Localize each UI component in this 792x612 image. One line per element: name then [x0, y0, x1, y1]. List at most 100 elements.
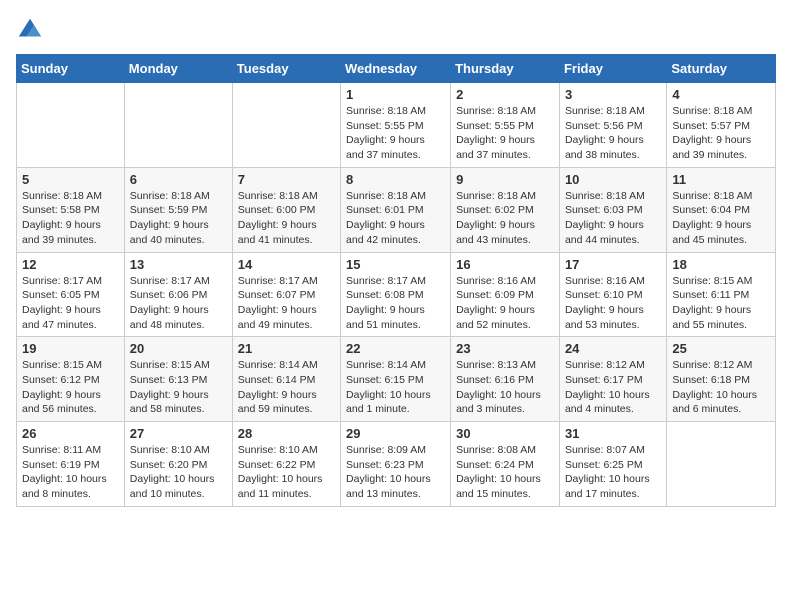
- calendar-cell: 5 Sunrise: 8:18 AM Sunset: 5:58 PM Daylig…: [17, 167, 125, 252]
- calendar-cell: [232, 83, 340, 168]
- day-info: Sunrise: 8:18 AM Sunset: 6:04 PM Dayligh…: [672, 189, 770, 248]
- day-number: 11: [672, 172, 770, 187]
- calendar-cell: 19 Sunrise: 8:15 AM Sunset: 6:12 PM Dayli…: [17, 337, 125, 422]
- calendar-cell: 10 Sunrise: 8:18 AM Sunset: 6:03 PM Dayli…: [559, 167, 666, 252]
- day-number: 19: [22, 341, 119, 356]
- calendar-cell: 11 Sunrise: 8:18 AM Sunset: 6:04 PM Dayli…: [667, 167, 776, 252]
- day-info: Sunrise: 8:15 AM Sunset: 6:11 PM Dayligh…: [672, 274, 770, 333]
- day-number: 28: [238, 426, 335, 441]
- day-info: Sunrise: 8:18 AM Sunset: 6:02 PM Dayligh…: [456, 189, 554, 248]
- day-info: Sunrise: 8:18 AM Sunset: 5:56 PM Dayligh…: [565, 104, 661, 163]
- day-number: 14: [238, 257, 335, 272]
- day-info: Sunrise: 8:12 AM Sunset: 6:17 PM Dayligh…: [565, 358, 661, 417]
- day-info: Sunrise: 8:18 AM Sunset: 6:01 PM Dayligh…: [346, 189, 445, 248]
- day-number: 5: [22, 172, 119, 187]
- calendar-cell: 24 Sunrise: 8:12 AM Sunset: 6:17 PM Dayli…: [559, 337, 666, 422]
- week-row-1: 1 Sunrise: 8:18 AM Sunset: 5:55 PM Daylig…: [17, 83, 776, 168]
- day-number: 27: [130, 426, 227, 441]
- day-number: 22: [346, 341, 445, 356]
- day-info: Sunrise: 8:18 AM Sunset: 6:03 PM Dayligh…: [565, 189, 661, 248]
- day-header-saturday: Saturday: [667, 55, 776, 83]
- calendar-cell: [124, 83, 232, 168]
- day-info: Sunrise: 8:15 AM Sunset: 6:12 PM Dayligh…: [22, 358, 119, 417]
- calendar-cell: 28 Sunrise: 8:10 AM Sunset: 6:22 PM Dayli…: [232, 422, 340, 507]
- day-number: 7: [238, 172, 335, 187]
- day-number: 15: [346, 257, 445, 272]
- calendar-cell: 8 Sunrise: 8:18 AM Sunset: 6:01 PM Daylig…: [341, 167, 451, 252]
- day-info: Sunrise: 8:18 AM Sunset: 5:57 PM Dayligh…: [672, 104, 770, 163]
- day-number: 26: [22, 426, 119, 441]
- calendar-cell: 15 Sunrise: 8:17 AM Sunset: 6:08 PM Dayli…: [341, 252, 451, 337]
- day-info: Sunrise: 8:17 AM Sunset: 6:06 PM Dayligh…: [130, 274, 227, 333]
- day-info: Sunrise: 8:16 AM Sunset: 6:09 PM Dayligh…: [456, 274, 554, 333]
- week-row-5: 26Sunrise: 8:11 AM Sunset: 6:19 PM Dayli…: [17, 422, 776, 507]
- day-info: Sunrise: 8:18 AM Sunset: 6:00 PM Dayligh…: [238, 189, 335, 248]
- day-info: Sunrise: 8:18 AM Sunset: 5:55 PM Dayligh…: [346, 104, 445, 163]
- day-info: Sunrise: 8:18 AM Sunset: 5:59 PM Dayligh…: [130, 189, 227, 248]
- day-header-thursday: Thursday: [451, 55, 560, 83]
- calendar-cell: 1 Sunrise: 8:18 AM Sunset: 5:55 PM Daylig…: [341, 83, 451, 168]
- calendar-cell: 20Sunrise: 8:15 AM Sunset: 6:13 PM Dayli…: [124, 337, 232, 422]
- day-number: 13: [130, 257, 227, 272]
- calendar-cell: 13 Sunrise: 8:17 AM Sunset: 6:06 PM Dayli…: [124, 252, 232, 337]
- day-info: Sunrise: 8:13 AM Sunset: 6:16 PM Dayligh…: [456, 358, 554, 417]
- logo-icon: [16, 16, 44, 44]
- calendar-cell: 18 Sunrise: 8:15 AM Sunset: 6:11 PM Dayli…: [667, 252, 776, 337]
- day-number: 17: [565, 257, 661, 272]
- calendar-cell: 23 Sunrise: 8:13 AM Sunset: 6:16 PM Dayli…: [451, 337, 560, 422]
- calendar-cell: 6 Sunrise: 8:18 AM Sunset: 5:59 PM Daylig…: [124, 167, 232, 252]
- calendar-cell: 21 Sunrise: 8:14 AM Sunset: 6:14 PM Dayli…: [232, 337, 340, 422]
- calendar-cell: 22 Sunrise: 8:14 AM Sunset: 6:15 PM Dayli…: [341, 337, 451, 422]
- day-info: Sunrise: 8:09 AM Sunset: 6:23 PM Dayligh…: [346, 443, 445, 502]
- day-number: 3: [565, 87, 661, 102]
- day-info: Sunrise: 8:14 AM Sunset: 6:15 PM Dayligh…: [346, 358, 445, 417]
- calendar-cell: 30Sunrise: 8:08 AM Sunset: 6:24 PM Dayli…: [451, 422, 560, 507]
- day-number: 1: [346, 87, 445, 102]
- week-row-4: 19 Sunrise: 8:15 AM Sunset: 6:12 PM Dayli…: [17, 337, 776, 422]
- calendar-cell: 12Sunrise: 8:17 AM Sunset: 6:05 PM Dayli…: [17, 252, 125, 337]
- calendar-cell: 27Sunrise: 8:10 AM Sunset: 6:20 PM Dayli…: [124, 422, 232, 507]
- day-info: Sunrise: 8:10 AM Sunset: 6:22 PM Dayligh…: [238, 443, 335, 502]
- calendar-cell: 26Sunrise: 8:11 AM Sunset: 6:19 PM Dayli…: [17, 422, 125, 507]
- day-number: 4: [672, 87, 770, 102]
- day-info: Sunrise: 8:14 AM Sunset: 6:14 PM Dayligh…: [238, 358, 335, 417]
- day-info: Sunrise: 8:15 AM Sunset: 6:13 PM Dayligh…: [130, 358, 227, 417]
- day-headers-row: SundayMondayTuesdayWednesdayThursdayFrid…: [17, 55, 776, 83]
- week-row-2: 5 Sunrise: 8:18 AM Sunset: 5:58 PM Daylig…: [17, 167, 776, 252]
- day-info: Sunrise: 8:12 AM Sunset: 6:18 PM Dayligh…: [672, 358, 770, 417]
- day-header-tuesday: Tuesday: [232, 55, 340, 83]
- day-info: Sunrise: 8:18 AM Sunset: 5:58 PM Dayligh…: [22, 189, 119, 248]
- day-number: 21: [238, 341, 335, 356]
- page-header: [16, 16, 776, 44]
- day-number: 30: [456, 426, 554, 441]
- calendar-cell: 14Sunrise: 8:17 AM Sunset: 6:07 PM Dayli…: [232, 252, 340, 337]
- day-info: Sunrise: 8:07 AM Sunset: 6:25 PM Dayligh…: [565, 443, 661, 502]
- day-number: 18: [672, 257, 770, 272]
- day-header-friday: Friday: [559, 55, 666, 83]
- calendar-cell: 29 Sunrise: 8:09 AM Sunset: 6:23 PM Dayli…: [341, 422, 451, 507]
- calendar-cell: 4 Sunrise: 8:18 AM Sunset: 5:57 PM Daylig…: [667, 83, 776, 168]
- day-number: 8: [346, 172, 445, 187]
- week-row-3: 12Sunrise: 8:17 AM Sunset: 6:05 PM Dayli…: [17, 252, 776, 337]
- day-info: Sunrise: 8:18 AM Sunset: 5:55 PM Dayligh…: [456, 104, 554, 163]
- day-number: 9: [456, 172, 554, 187]
- day-number: 23: [456, 341, 554, 356]
- calendar-cell: 16 Sunrise: 8:16 AM Sunset: 6:09 PM Dayli…: [451, 252, 560, 337]
- day-header-wednesday: Wednesday: [341, 55, 451, 83]
- calendar-cell: 9 Sunrise: 8:18 AM Sunset: 6:02 PM Daylig…: [451, 167, 560, 252]
- logo: [16, 16, 48, 44]
- day-number: 10: [565, 172, 661, 187]
- day-number: 2: [456, 87, 554, 102]
- day-info: Sunrise: 8:17 AM Sunset: 6:05 PM Dayligh…: [22, 274, 119, 333]
- day-number: 24: [565, 341, 661, 356]
- day-number: 16: [456, 257, 554, 272]
- day-number: 29: [346, 426, 445, 441]
- calendar-cell: 2 Sunrise: 8:18 AM Sunset: 5:55 PM Daylig…: [451, 83, 560, 168]
- calendar-cell: 25Sunrise: 8:12 AM Sunset: 6:18 PM Dayli…: [667, 337, 776, 422]
- day-info: Sunrise: 8:16 AM Sunset: 6:10 PM Dayligh…: [565, 274, 661, 333]
- calendar-cell: 7 Sunrise: 8:18 AM Sunset: 6:00 PM Daylig…: [232, 167, 340, 252]
- calendar-cell: [667, 422, 776, 507]
- day-info: Sunrise: 8:17 AM Sunset: 6:08 PM Dayligh…: [346, 274, 445, 333]
- calendar-cell: 17 Sunrise: 8:16 AM Sunset: 6:10 PM Dayli…: [559, 252, 666, 337]
- day-number: 6: [130, 172, 227, 187]
